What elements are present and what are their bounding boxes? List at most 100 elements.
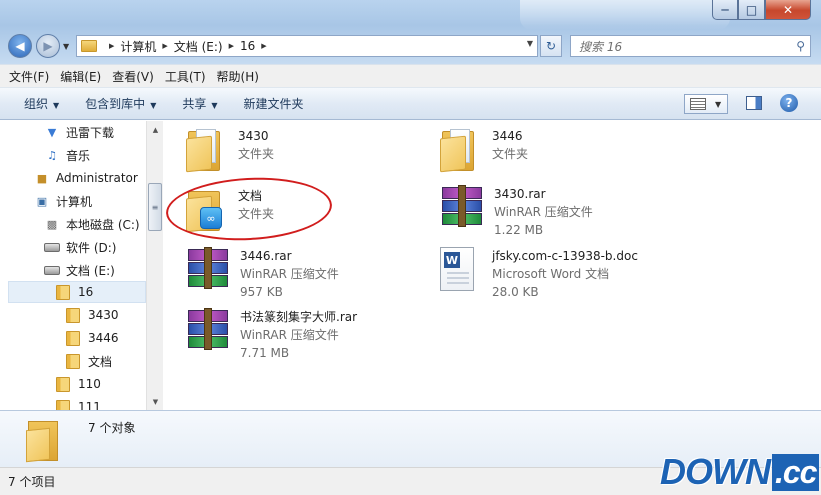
winrar-archive-icon	[440, 185, 484, 229]
recent-pages-dropdown[interactable]: ▼	[63, 42, 69, 51]
view-icon	[690, 98, 706, 110]
file-item[interactable]: 书法篆刻集字大师.rar WinRAR 压缩文件 7.71 MB	[186, 308, 357, 362]
nav-item-label: 3430	[88, 308, 119, 322]
winrar-archive-icon	[186, 247, 230, 291]
menu-file[interactable]: 文件(F)	[9, 68, 49, 85]
glass-highlight	[520, 0, 730, 30]
folder-icon	[440, 127, 476, 173]
nav-item-drive-d[interactable]: 软件 (D:)	[44, 236, 116, 258]
close-button[interactable]: ✕	[765, 0, 811, 20]
word-document-icon: W	[440, 247, 474, 291]
winrar-archive-icon	[186, 308, 230, 352]
help-icon[interactable]: ?	[780, 94, 798, 112]
nav-item-label: 110	[78, 377, 101, 391]
file-item[interactable]: W jfsky.com-c-13938-b.doc Microsoft Word…	[440, 247, 638, 301]
menu-edit[interactable]: 编辑(E)	[60, 68, 101, 85]
file-size: 1.22 MB	[494, 223, 544, 237]
minimize-button[interactable]: ─	[712, 0, 738, 20]
nav-item-downloads[interactable]: ▼ 迅雷下载	[44, 121, 114, 143]
file-type: WinRAR 压缩文件	[494, 205, 593, 219]
nav-item-drive-e[interactable]: 文档 (E:)	[44, 259, 115, 281]
nav-item-3430[interactable]: 3430	[66, 304, 119, 326]
chevron-down-icon: ▼	[53, 101, 60, 110]
share-button[interactable]: 共享 ▼	[182, 95, 217, 112]
refresh-icon: ↻	[545, 39, 557, 53]
file-name: jfsky.com-c-13938-b.doc	[492, 249, 638, 263]
folder-icon	[66, 330, 80, 346]
nav-item-110[interactable]: 110	[56, 373, 101, 395]
folder-icon	[26, 417, 60, 463]
new-folder-button[interactable]: 新建文件夹	[244, 95, 304, 112]
menu-view[interactable]: 查看(V)	[112, 68, 154, 85]
maximize-button[interactable]: □	[738, 0, 765, 20]
status-text: 7 个项目	[8, 475, 56, 489]
drive-icon: ▩	[46, 217, 58, 231]
file-type: 文件夹	[238, 147, 275, 161]
include-in-library-button[interactable]: 包含到库中 ▼	[85, 95, 156, 112]
music-icon: ♫	[47, 148, 57, 162]
nav-item-label: 音乐	[66, 148, 91, 163]
file-type: 文件夹	[492, 147, 529, 161]
folder-icon	[81, 40, 97, 52]
file-type: WinRAR 压缩文件	[240, 267, 339, 281]
scroll-up-icon[interactable]: ▲	[147, 121, 164, 138]
folder-icon	[56, 284, 70, 300]
forward-arrow-icon: ▶	[43, 39, 53, 53]
object-count: 7 个对象	[88, 421, 136, 435]
nav-item-computer[interactable]: ▣ 计算机	[34, 190, 92, 212]
breadcrumb-item[interactable]: 计算机	[120, 38, 156, 55]
nav-item-label: 文档 (E:)	[66, 263, 115, 278]
menu-bar: 文件(F) 编辑(E) 查看(V) 工具(T) 帮助(H)	[0, 64, 821, 88]
nav-scrollbar[interactable]: ▲ ≡ ▼	[146, 121, 163, 410]
nav-item-label: Administrator	[56, 171, 138, 185]
menu-help[interactable]: 帮助(H)	[217, 68, 259, 85]
nav-item-label: 16	[78, 285, 94, 299]
download-icon: ▼	[47, 125, 57, 139]
folder-icon	[56, 376, 70, 392]
nav-item-label: 本地磁盘 (C:)	[66, 217, 140, 232]
nav-item-16[interactable]: 16	[8, 281, 146, 303]
scroll-thumb[interactable]: ≡	[148, 183, 162, 231]
nav-item-administrator[interactable]: ■ Administrator	[34, 167, 138, 189]
file-item[interactable]: 3446 文件夹	[440, 127, 529, 173]
folder-icon	[186, 127, 222, 173]
change-view-button[interactable]: ▼	[684, 94, 728, 114]
breadcrumb-item[interactable]: 文档 (E:)	[174, 38, 223, 55]
share-label: 共享	[182, 97, 207, 111]
navigation-pane: ▼ 迅雷下载 ♫ 音乐 ■ Administrator ▣ 计算机 ▩ 本地磁盘 (C:)…	[0, 121, 163, 410]
menu-tools[interactable]: 工具(T)	[165, 68, 206, 85]
nav-item-label: 迅雷下载	[66, 125, 115, 140]
nav-item-3446[interactable]: 3446	[66, 327, 119, 349]
breadcrumb-separator-icon[interactable]: ▶	[229, 42, 234, 50]
address-bar[interactable]: ▶ 计算机 ▶ 文档 (E:) ▶ 16 ▶ ▼	[76, 35, 538, 57]
back-button[interactable]: ◀	[8, 34, 32, 58]
chevron-down-icon: ▼	[150, 101, 157, 110]
nav-item-music[interactable]: ♫ 音乐	[44, 144, 90, 166]
drive-icon	[44, 265, 60, 275]
breadcrumb-separator-icon[interactable]: ▶	[261, 42, 266, 50]
breadcrumb-item[interactable]: 16	[240, 39, 255, 53]
organize-button[interactable]: 组织 ▼	[24, 95, 59, 112]
refresh-button[interactable]: ↻	[540, 35, 562, 57]
nav-item-documents[interactable]: 文档	[66, 350, 112, 372]
nav-item-drive-c[interactable]: ▩ 本地磁盘 (C:)	[44, 213, 140, 235]
breadcrumb-separator-icon[interactable]: ▶	[162, 42, 167, 50]
back-arrow-icon: ◀	[15, 39, 25, 53]
search-input[interactable]: 搜索 16 ⚲	[570, 35, 811, 57]
forward-button[interactable]: ▶	[36, 34, 60, 58]
address-dropdown-icon[interactable]: ▼	[527, 39, 533, 48]
search-icon[interactable]: ⚲	[796, 39, 805, 53]
file-size: 957 KB	[240, 285, 283, 299]
computer-icon: ▣	[36, 194, 48, 208]
nav-item-111[interactable]: 111	[56, 396, 101, 410]
file-name: 书法篆刻集字大师.rar	[240, 310, 358, 324]
file-item[interactable]: 3430.rar WinRAR 压缩文件 1.22 MB	[440, 185, 593, 239]
breadcrumb-separator-icon[interactable]: ▶	[109, 42, 114, 50]
file-type: WinRAR 压缩文件	[240, 328, 339, 342]
preview-pane-icon[interactable]	[746, 96, 762, 110]
file-item[interactable]: 3446.rar WinRAR 压缩文件 957 KB	[186, 247, 339, 301]
file-item[interactable]: 3430 文件夹	[186, 127, 275, 173]
file-type: Microsoft Word 文档	[492, 267, 610, 281]
scroll-down-icon[interactable]: ▼	[147, 393, 164, 410]
folder-icon	[66, 353, 80, 369]
